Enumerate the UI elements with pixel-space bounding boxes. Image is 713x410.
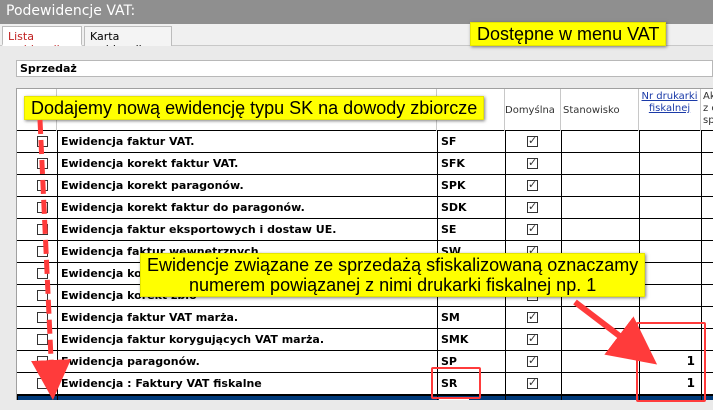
- row-domyslna-checkbox[interactable]: [527, 332, 538, 345]
- row-select-checkbox[interactable]: [37, 378, 48, 389]
- row-name: Ewidencja korekt faktur VAT.: [61, 157, 239, 170]
- row-domyslna-checkbox[interactable]: [527, 354, 538, 367]
- row-name: Ewidencja faktur VAT.: [61, 135, 195, 148]
- table-row[interactable]: Ewidencja paragonów.SP1: [17, 351, 713, 373]
- row-select-checkbox[interactable]: [37, 180, 48, 191]
- header-extra-line3: sp: [703, 115, 713, 126]
- row-code: SM: [441, 311, 460, 324]
- header-extra[interactable]: Ak z c sp: [701, 89, 713, 131]
- window-title: Podewidencje VAT:: [0, 0, 713, 24]
- row-code: SFK: [441, 157, 465, 170]
- row-select-checkbox[interactable]: [37, 224, 48, 235]
- row-select-checkbox[interactable]: [37, 136, 48, 147]
- row-domyslna-checkbox[interactable]: [527, 310, 538, 323]
- row-name: Ewidencja Raporty z kasy/drukarki fiskal…: [58, 396, 438, 400]
- row-select-checkbox[interactable]: [37, 312, 48, 323]
- row-domyslna-checkbox[interactable]: [527, 376, 538, 389]
- header-nr-drukarki-line1: Nr drukarki: [641, 91, 698, 102]
- row-code: SE: [441, 223, 457, 236]
- table-row[interactable]: Ewidencja faktur VAT. SF: [17, 131, 713, 153]
- row-name: Ewidencja : Faktury VAT fiskalne: [61, 377, 262, 390]
- header-extra-line2: z c: [703, 103, 713, 114]
- table-row[interactable]: ▸Ewidencja Raporty z kasy/drukarki fiska…: [17, 395, 713, 400]
- row-select-checkbox[interactable]: [37, 290, 48, 301]
- row-name: Ewidencja korekt faktur do paragonów.: [61, 201, 305, 214]
- table-row[interactable]: Ewidencja korekt faktur do paragonów. SDK: [17, 197, 713, 219]
- highlight-code-sk: [431, 367, 481, 399]
- annotation-add-new: Dodajemy nową ewidencję typu SK na dowod…: [24, 96, 485, 120]
- row-name: Ewidencja faktur korygujących VAT marża.: [61, 333, 325, 346]
- records-grid: Domyślna Stanowisko Nr drukarki fiskalne…: [16, 88, 713, 400]
- row-select-checkbox[interactable]: [37, 268, 48, 279]
- row-code: SMK: [441, 333, 469, 346]
- row-domyslna-checkbox[interactable]: [527, 156, 538, 169]
- header-extra-line1: Ak: [703, 91, 713, 102]
- row-domyslna-checkbox[interactable]: [527, 222, 538, 235]
- table-row[interactable]: Ewidencja : Faktury VAT fiskalneSR1: [17, 373, 713, 395]
- header-domyslna[interactable]: Domyślna: [505, 89, 561, 131]
- row-domyslna-checkbox[interactable]: [527, 178, 538, 191]
- col-divider: [57, 131, 58, 400]
- annotation-menu-vat: Dostępne w menu VAT: [470, 22, 667, 46]
- row-select-checkbox[interactable]: [37, 202, 48, 213]
- row-code: SDK: [441, 201, 467, 214]
- row-code: SPK: [441, 179, 466, 192]
- row-name: Ewidencja korekt paragonów.: [61, 179, 244, 192]
- row-name: Ewidencja faktur VAT marża.: [61, 311, 239, 324]
- row-domyslna-checkbox[interactable]: [527, 200, 538, 213]
- filter-select[interactable]: Sprzedaż: [16, 60, 713, 77]
- tab-karta-ewidencji[interactable]: Karta ewidencji: [84, 26, 172, 56]
- row-select-checkbox[interactable]: [37, 158, 48, 169]
- annotation-fiscal: Ewidencje związane ze sprzedażą sfiskali…: [140, 253, 646, 297]
- tab-lista-ewidencji[interactable]: Lista ewidencji: [2, 26, 82, 56]
- row-name: Ewidencja faktur eksportowych i dostaw U…: [61, 223, 337, 236]
- row-domyslna-checkbox[interactable]: [527, 134, 538, 147]
- table-row[interactable]: Ewidencja faktur VAT marża. SM: [17, 307, 713, 329]
- table-row[interactable]: Ewidencja korekt faktur VAT. SFK: [17, 153, 713, 175]
- row-name: Ewidencja paragonów.: [61, 355, 200, 368]
- annotation-fiscal-line2: numerem powiązanej z nimi drukarki fiska…: [189, 275, 597, 295]
- row-select-checkbox[interactable]: [37, 356, 48, 367]
- table-row[interactable]: Ewidencja faktur korygujących VAT marża.…: [17, 329, 713, 351]
- highlight-printer-numbers: [636, 322, 706, 402]
- header-nr-drukarki-line2: fiskalnej: [648, 103, 691, 114]
- header-nr-drukarki[interactable]: Nr drukarki fiskalnej: [639, 89, 701, 131]
- table-row[interactable]: Ewidencja korekt paragonów. SPK: [17, 175, 713, 197]
- row-select-checkbox[interactable]: [37, 246, 48, 257]
- annotation-fiscal-line1: Ewidencje związane ze sprzedażą sfiskali…: [147, 255, 639, 275]
- row-code: SF: [441, 135, 457, 148]
- table-row[interactable]: Ewidencja faktur eksportowych i dostaw U…: [17, 219, 713, 241]
- header-stanowisko[interactable]: Stanowisko: [561, 89, 639, 131]
- row-select-checkbox[interactable]: [37, 334, 48, 345]
